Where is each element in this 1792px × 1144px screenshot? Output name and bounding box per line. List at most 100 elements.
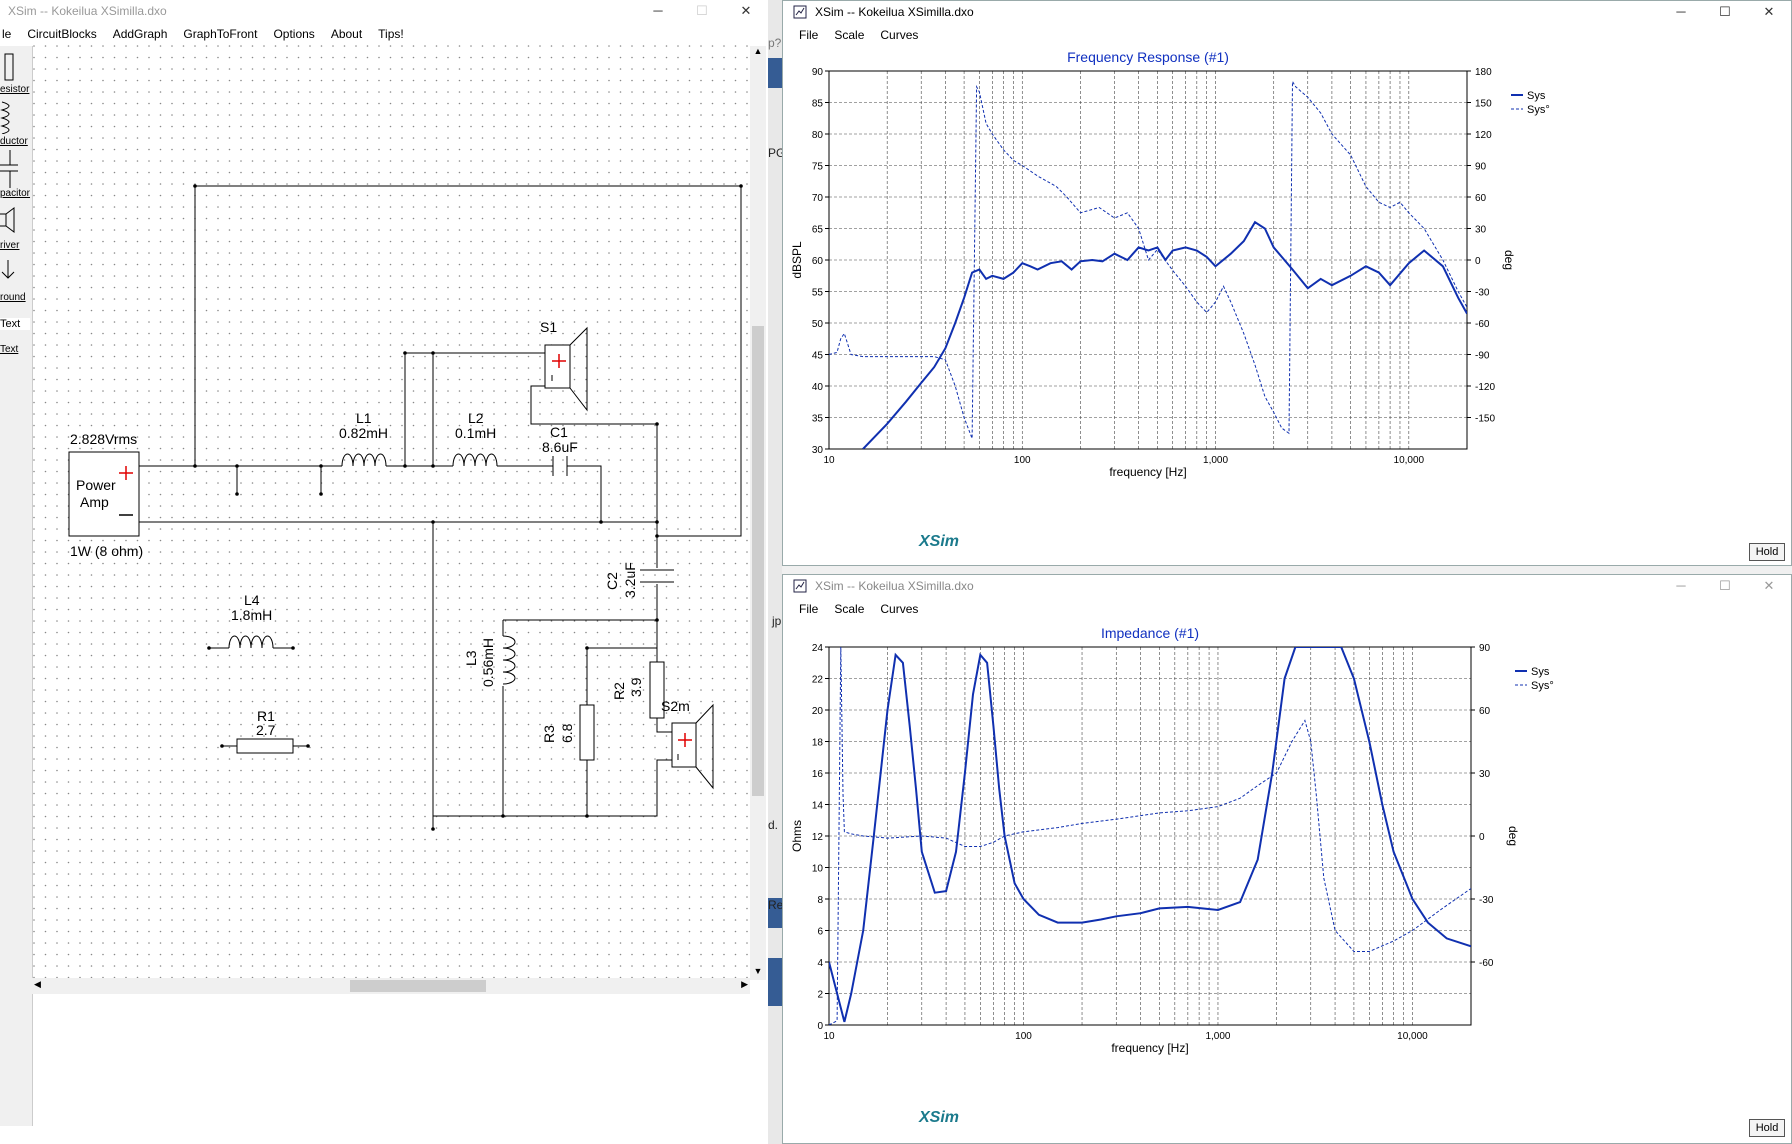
tool-ground[interactable]: round — [0, 292, 30, 303]
freq-titlebar[interactable]: XSim -- Kokeilua XSimilla.dxo ─ ☐ ✕ — [783, 1, 1791, 23]
menu-about[interactable]: About — [331, 27, 362, 41]
y2-tick-label: 90 — [1475, 162, 1487, 173]
menu-file[interactable]: le — [2, 27, 11, 41]
L4-name: L4 — [244, 592, 260, 608]
driver-icon[interactable] — [0, 206, 18, 234]
amp-label-1: Power — [76, 477, 116, 493]
window-title: XSim -- Kokeilua XSimilla.dxo — [8, 4, 167, 18]
vertical-scrollbar[interactable]: ▲ ▼ — [750, 46, 766, 980]
xsim-logo: XSim — [919, 533, 960, 550]
series-line-sys — [862, 220, 1467, 449]
scroll-right-arrow[interactable]: ▶ — [741, 979, 748, 990]
y2-tick-label: 0 — [1479, 832, 1485, 843]
impedance-chart[interactable]: 2422201816141210864209060300-30-6010 100 1… — [783, 623, 1791, 1143]
y-tick-label: 10 — [812, 864, 824, 875]
close-button[interactable]: ✕ — [1747, 575, 1791, 597]
minimize-button[interactable]: ─ — [1659, 575, 1703, 597]
imp-titlebar[interactable]: XSim -- Kokeilua XSimilla.dxo ─ ☐ ✕ — [783, 575, 1791, 597]
schematic-menubar: le CircuitBlocks AddGraph GraphToFront O… — [0, 24, 768, 44]
schematic-canvas[interactable]: 2.828Vrms Power Amp 1W (8 ohm) L1 0.82mH… — [32, 44, 750, 978]
C2-value: 3.2uF — [622, 562, 638, 598]
xsim-logo: XSim — [919, 1109, 960, 1126]
S1-name: S1 — [540, 319, 557, 335]
maximize-button[interactable]: ☐ — [1703, 575, 1747, 597]
minimize-button[interactable]: ─ — [636, 0, 680, 22]
y-tick-label: 65 — [812, 225, 824, 236]
minimize-button[interactable]: ─ — [1659, 1, 1703, 23]
y2-tick-label: 180 — [1475, 67, 1492, 78]
capacitor-icon[interactable] — [0, 150, 22, 188]
hold-button[interactable]: Hold — [1749, 543, 1785, 561]
horizontal-scrollbar[interactable]: ◀ ▶ — [32, 978, 750, 994]
scroll-down-arrow[interactable]: ▼ — [750, 966, 766, 980]
frequency-response-chart[interactable]: 90 85 80 75 70 65 60 55 50 45 40 35 30 180 150 120 90 60 3… — [783, 49, 1791, 565]
menu-scale[interactable]: Scale — [834, 602, 864, 616]
y2-axis-label: deg — [1506, 826, 1520, 846]
menu-options[interactable]: Options — [273, 27, 314, 41]
inductor-icon[interactable] — [0, 100, 22, 134]
menu-circuitblocks[interactable]: CircuitBlocks — [27, 27, 96, 41]
tool-driver[interactable]: river — [0, 240, 30, 251]
y2-tick-label: 60 — [1475, 193, 1487, 204]
tool-text[interactable]: Text — [0, 318, 30, 330]
resistor-icon[interactable] — [2, 52, 16, 82]
y-tick-label: 60 — [812, 256, 824, 267]
x-tick-label: 100 — [1015, 1031, 1032, 1042]
maximize-button[interactable]: ☐ — [1703, 1, 1747, 23]
y-tick-label: 4 — [817, 958, 823, 969]
menu-graphtofront[interactable]: GraphToFront — [183, 27, 257, 41]
toolbox: esistor ductor pacitor river round Text … — [0, 46, 33, 1126]
L2-name: L2 — [468, 410, 484, 426]
y2-tick-label: -150 — [1475, 414, 1495, 425]
hold-button[interactable]: Hold — [1749, 1119, 1785, 1137]
legend-label: Sys — [1531, 666, 1550, 678]
menu-tips[interactable]: Tips! — [378, 27, 404, 41]
tool-text-2[interactable]: Text — [0, 344, 30, 355]
horizontal-scroll-thumb[interactable] — [350, 980, 486, 992]
y-tick-label: 45 — [812, 351, 824, 362]
R2-name: R2 — [611, 682, 627, 700]
menu-curves[interactable]: Curves — [880, 602, 918, 616]
y-tick-label: 16 — [812, 769, 824, 780]
x-tick-label: 10,000 — [1394, 455, 1425, 466]
L1-name: L1 — [356, 410, 372, 426]
ground-icon[interactable] — [0, 260, 18, 288]
x-tick-label: 100 — [1014, 455, 1031, 466]
y2-tick-label: 90 — [1479, 643, 1491, 654]
C1-name: C1 — [550, 424, 568, 440]
menu-file[interactable]: File — [799, 28, 818, 42]
menu-addgraph[interactable]: AddGraph — [113, 27, 168, 41]
menu-scale[interactable]: Scale — [834, 28, 864, 42]
close-button[interactable]: ✕ — [1747, 1, 1791, 23]
y2-tick-label: 150 — [1475, 99, 1492, 110]
C1-value: 8.6uF — [542, 439, 578, 455]
y-tick-label: 6 — [817, 927, 823, 938]
window-title: XSim -- Kokeilua XSimilla.dxo — [815, 5, 974, 19]
close-button[interactable]: ✕ — [724, 0, 768, 22]
legend-label: Sys — [1527, 90, 1546, 102]
chart-title: Impedance (#1) — [1101, 625, 1199, 641]
y2-tick-label: 120 — [1475, 130, 1492, 141]
freq-menubar: File Scale Curves — [791, 25, 1791, 45]
menu-curves[interactable]: Curves — [880, 28, 918, 42]
vertical-scroll-thumb[interactable] — [752, 326, 764, 796]
app-icon — [793, 5, 807, 19]
amp-power-label: 1W (8 ohm) — [70, 543, 143, 559]
schematic-titlebar[interactable]: XSim -- Kokeilua XSimilla.dxo ─ ☐ ✕ — [0, 0, 768, 22]
L2-value: 0.1mH — [455, 425, 496, 441]
tool-inductor[interactable]: ductor — [0, 136, 30, 147]
maximize-button[interactable]: ☐ — [680, 0, 724, 22]
tool-capacitor[interactable]: pacitor — [0, 188, 30, 199]
window-title: XSim -- Kokeilua XSimilla.dxo — [815, 579, 974, 593]
scroll-up-arrow[interactable]: ▲ — [750, 46, 766, 60]
menu-file[interactable]: File — [799, 602, 818, 616]
y2-tick-label: 60 — [1479, 706, 1491, 717]
R3-value: 6.8 — [559, 723, 575, 743]
x-tick-label: 1,000 — [1203, 455, 1228, 466]
y-tick-label: 2 — [817, 990, 823, 1001]
tool-resistor[interactable]: esistor — [0, 84, 30, 95]
scroll-left-arrow[interactable]: ◀ — [34, 979, 41, 990]
x-tick-label: 10 — [823, 1031, 835, 1042]
y2-tick-label: 0 — [1475, 256, 1481, 267]
y-tick-label: 50 — [812, 319, 824, 330]
